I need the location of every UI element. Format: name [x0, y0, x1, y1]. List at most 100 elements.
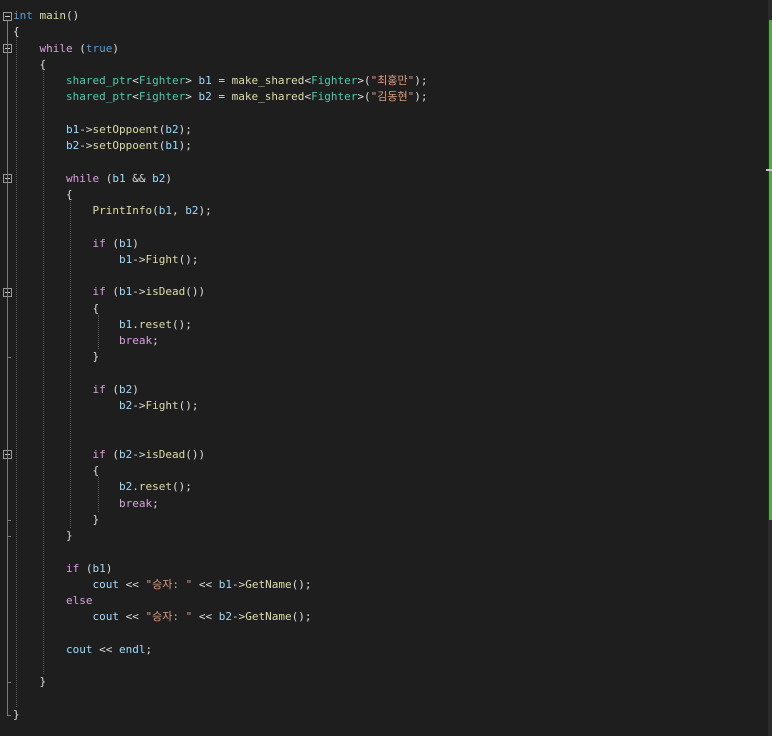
- code-line[interactable]: break;: [13, 496, 159, 512]
- code-token-control: if: [92, 447, 106, 461]
- code-token: {: [13, 25, 20, 39]
- code-token: ();: [291, 610, 312, 624]
- code-line[interactable]: if (b2->isDead()): [13, 447, 205, 463]
- code-line[interactable]: b1->setOppoent(b2);: [13, 122, 192, 138]
- fold-end-tick: [7, 357, 11, 359]
- fold-end-tick: [7, 682, 11, 684]
- code-token: ): [132, 382, 139, 396]
- code-token: >(: [357, 90, 371, 104]
- code-token-variable: b2: [118, 480, 133, 494]
- code-token: .: [132, 317, 139, 331]
- code-token: <<: [192, 610, 219, 624]
- code-line[interactable]: if (b1): [13, 561, 112, 577]
- code-token: {: [13, 464, 100, 477]
- code-line[interactable]: b1->Fight();: [13, 252, 199, 268]
- fold-range-line: [7, 297, 8, 358]
- code-token-type: Fighter: [138, 90, 186, 104]
- code-line[interactable]: if (b1): [13, 236, 138, 252]
- code-line[interactable]: {: [13, 187, 73, 203]
- code-token: ): [165, 171, 172, 185]
- code-token: ()): [185, 447, 206, 461]
- code-line[interactable]: {: [13, 463, 99, 479]
- code-token-variable: b2: [218, 610, 232, 624]
- code-token: ;: [152, 496, 159, 510]
- code-token: }: [13, 350, 100, 364]
- code-line[interactable]: {: [13, 301, 99, 317]
- code-line[interactable]: }: [13, 528, 73, 544]
- code-token: <: [132, 74, 139, 87]
- code-token: (: [99, 171, 113, 185]
- code-line[interactable]: {: [13, 57, 46, 73]
- code-line[interactable]: b2->Fight();: [13, 398, 199, 414]
- code-token-function: make_shared: [231, 74, 305, 87]
- code-token-variable: b1: [198, 74, 212, 87]
- code-token: (: [105, 447, 119, 461]
- code-token-function: main: [39, 9, 67, 22]
- code-line[interactable]: b2.reset();: [13, 479, 192, 495]
- code-token: (: [72, 41, 86, 55]
- code-token: ): [112, 41, 119, 55]
- code-token-function: setOppoent: [92, 122, 159, 136]
- code-token: }: [13, 707, 20, 721]
- code-token-control: while: [65, 171, 100, 185]
- code-token: ->: [132, 285, 146, 299]
- code-token: {: [13, 301, 100, 315]
- code-token-control: if: [92, 236, 106, 250]
- code-line[interactable]: if (b2): [13, 382, 139, 398]
- code-line[interactable]: cout << endl;: [13, 642, 152, 658]
- code-line[interactable]: }: [13, 674, 46, 690]
- code-line[interactable]: cout << "승자: " << b2->GetName();: [13, 609, 311, 625]
- code-token-control: while: [39, 41, 73, 55]
- code-token-type: Fighter: [311, 90, 358, 104]
- code-token: );: [414, 90, 428, 104]
- code-line[interactable]: }: [13, 512, 99, 528]
- code-token: ,: [171, 204, 186, 217]
- code-token-control: break: [118, 334, 153, 347]
- code-token-string: "승자: ": [145, 577, 193, 591]
- code-token-type: shared_ptr: [65, 90, 133, 104]
- code-token-variable: b1: [218, 577, 232, 591]
- code-token: ): [105, 561, 113, 575]
- code-token-string: "승자: ": [145, 610, 193, 624]
- code-line[interactable]: {: [13, 24, 20, 40]
- code-token: }: [13, 675, 47, 689]
- code-token-type: Fighter: [138, 74, 186, 87]
- code-line[interactable]: }: [13, 707, 20, 723]
- code-token: >: [185, 90, 199, 104]
- code-token-variable: b2: [185, 204, 199, 217]
- code-line[interactable]: break;: [13, 333, 159, 349]
- code-line[interactable]: while (b1 && b2): [13, 171, 172, 187]
- code-line[interactable]: shared_ptr<Fighter> b1 = make_shared<Fig…: [13, 73, 428, 89]
- code-token-function: GetName: [245, 610, 292, 624]
- code-line[interactable]: shared_ptr<Fighter> b2 = make_shared<Fig…: [13, 89, 428, 105]
- code-line[interactable]: b1.reset();: [13, 317, 192, 333]
- code-line[interactable]: b2->setOppoent(b1);: [13, 138, 192, 154]
- code-token-function: reset: [138, 317, 172, 331]
- fold-collapse-icon[interactable]: [3, 11, 12, 21]
- code-token-variable: b1: [158, 204, 172, 217]
- code-line[interactable]: }: [13, 349, 99, 365]
- code-token-keyword: int: [13, 9, 33, 22]
- code-token: ->: [132, 447, 146, 461]
- code-token: }: [13, 512, 100, 526]
- code-line[interactable]: else: [13, 593, 93, 609]
- code-line[interactable]: PrintInfo(b1, b2);: [13, 203, 211, 219]
- code-line[interactable]: cout << "승자: " << b1->GetName();: [13, 577, 311, 593]
- code-token: (: [105, 236, 119, 250]
- code-token-variable: b2: [65, 139, 80, 152]
- code-line[interactable]: int main(): [13, 8, 79, 24]
- code-token-function: PrintInfo: [92, 204, 153, 217]
- code-token: =: [211, 74, 232, 87]
- code-editor[interactable]: int main(){ while (true) { shared_ptr<Fi…: [0, 0, 772, 736]
- code-line[interactable]: while (true): [13, 41, 120, 57]
- code-line[interactable]: if (b1->isDead()): [13, 284, 205, 300]
